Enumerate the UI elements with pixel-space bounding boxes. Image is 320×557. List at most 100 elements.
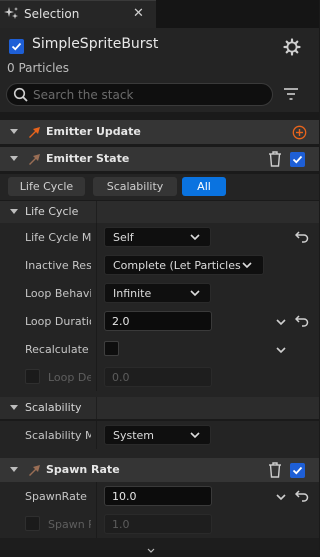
close-icon[interactable]: ✕ [133, 6, 144, 21]
spacer [0, 112, 319, 120]
emitter-enabled-checkbox[interactable] [9, 39, 24, 54]
inactive-response-dropdown[interactable]: Complete (Let Particles [104, 255, 264, 275]
collapse-arrow-icon[interactable] [10, 129, 18, 134]
property-label: Inactive Response [25, 259, 91, 272]
category-label: Scalability [25, 401, 82, 414]
section-emitter-update[interactable]: Emitter Update [0, 120, 319, 144]
chevron-down-icon [189, 429, 201, 444]
module-arrow-icon [28, 153, 42, 165]
tab-title: Selection [24, 7, 80, 21]
recalculate-duration-checkbox[interactable] [104, 341, 119, 356]
search-box[interactable] [6, 83, 273, 106]
filter-icon[interactable] [283, 87, 299, 104]
property-label: Loop Delay [48, 371, 91, 384]
chevron-down-icon[interactable] [275, 344, 287, 359]
column-divider[interactable] [96, 223, 97, 251]
chevron-down-icon[interactable] [275, 491, 287, 506]
section-label: Emitter State [46, 152, 130, 165]
spawn-probability-enable-checkbox[interactable] [25, 516, 40, 531]
dropdown-value: Infinite [113, 287, 152, 300]
property-label: Scalability Mode [25, 429, 91, 442]
spacer [0, 449, 319, 458]
dropdown-value: Complete (Let Particles [113, 259, 241, 272]
property-row: Loop Delay 0.0 [0, 363, 319, 391]
column-divider[interactable] [96, 421, 97, 449]
category-label: Life Cycle [25, 205, 79, 218]
property-label: Recalculate Duration [25, 343, 91, 356]
column-divider[interactable] [96, 335, 97, 363]
column-divider[interactable] [96, 307, 97, 335]
column-divider [96, 397, 97, 419]
input-value: 0.0 [112, 371, 130, 384]
section-spawn-rate[interactable]: Spawn Rate [0, 458, 319, 482]
property-label: Spawn Probability [48, 518, 91, 531]
property-label: SpawnRate [25, 490, 87, 503]
trash-icon[interactable] [268, 462, 282, 481]
filter-life-cycle-button[interactable]: Life Cycle [8, 177, 85, 196]
chevron-down-icon [189, 231, 201, 246]
column-divider[interactable] [96, 363, 97, 391]
reset-arrow-icon[interactable] [294, 230, 309, 247]
property-row: Loop Duration 2.0 [0, 307, 319, 335]
collapse-arrow-icon[interactable] [10, 405, 18, 410]
input-value: 2.0 [112, 315, 130, 328]
more-chevron-icon[interactable] [147, 544, 155, 557]
input-value: 1.0 [112, 518, 130, 531]
module-enabled-checkbox[interactable] [290, 152, 305, 167]
property-label: Loop Behavior [25, 287, 91, 300]
chevron-down-icon [241, 259, 253, 274]
loop-delay-enable-checkbox[interactable] [25, 369, 40, 384]
reset-arrow-icon[interactable] [294, 489, 309, 506]
settings-gear-icon[interactable] [283, 38, 301, 59]
input-value: 10.0 [112, 490, 137, 503]
search-icon [13, 87, 29, 106]
property-row: Recalculate Duration [0, 335, 319, 363]
search-input[interactable] [33, 87, 263, 103]
property-row: Scalability Mode System [0, 421, 319, 449]
property-row: SpawnRate 10.0 [0, 482, 319, 510]
module-arrow-icon [28, 464, 42, 476]
property-label: Life Cycle Mode [25, 231, 91, 244]
column-divider[interactable] [96, 251, 97, 279]
column-divider[interactable] [96, 279, 97, 307]
chevron-down-icon [189, 287, 201, 302]
collapse-arrow-icon[interactable] [10, 156, 18, 161]
add-module-icon[interactable] [292, 125, 307, 143]
section-label: Spawn Rate [46, 463, 120, 476]
spawn-rate-input[interactable]: 10.0 [104, 486, 212, 506]
loop-delay-input: 0.0 [104, 367, 212, 387]
property-row: Loop Behavior Infinite [0, 279, 319, 307]
property-label: Loop Duration [25, 315, 91, 328]
dropdown-value: Self [113, 231, 134, 244]
footer-strip [0, 538, 319, 553]
filter-scalability-button[interactable]: Scalability [93, 177, 177, 196]
spawn-probability-input: 1.0 [104, 514, 212, 534]
emitter-name: SimpleSpriteBurst [32, 36, 159, 52]
column-divider[interactable] [96, 510, 97, 538]
property-row: Life Cycle Mode Self [0, 223, 319, 251]
category-scalability[interactable]: Scalability [0, 397, 319, 419]
chevron-down-icon[interactable] [275, 316, 287, 331]
scalability-mode-dropdown[interactable]: System [104, 425, 211, 445]
column-divider[interactable] [96, 482, 97, 510]
loop-behavior-dropdown[interactable]: Infinite [104, 283, 211, 303]
loop-duration-input[interactable]: 2.0 [104, 311, 212, 331]
collapse-arrow-icon[interactable] [10, 467, 18, 472]
property-row: Spawn Probability 1.0 [0, 510, 319, 538]
filter-all-button[interactable]: All [182, 177, 226, 196]
life-cycle-mode-dropdown[interactable]: Self [104, 227, 211, 247]
property-row: Inactive Response Complete (Let Particle… [0, 251, 319, 279]
section-emitter-state[interactable]: Emitter State [0, 147, 319, 171]
collapse-arrow-icon[interactable] [10, 209, 18, 214]
dropdown-value: System [113, 429, 155, 442]
category-life-cycle[interactable]: Life Cycle [0, 201, 319, 223]
module-arrow-icon [28, 126, 42, 138]
particle-count: 0 Particles [7, 61, 70, 75]
reset-arrow-icon[interactable] [294, 314, 309, 331]
selection-sparkle-icon [4, 6, 20, 22]
section-label: Emitter Update [46, 125, 141, 138]
column-divider [96, 201, 97, 223]
tab-selection[interactable]: Selection ✕ [0, 0, 156, 28]
trash-icon[interactable] [268, 151, 282, 170]
module-enabled-checkbox[interactable] [290, 463, 305, 478]
